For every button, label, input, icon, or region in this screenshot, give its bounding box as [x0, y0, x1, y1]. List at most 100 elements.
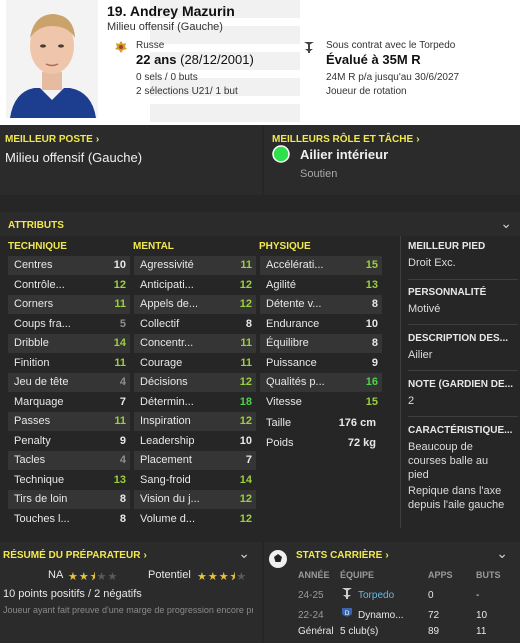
attribute-value: 8: [119, 493, 126, 505]
chevron-down-icon[interactable]: ⌄: [500, 215, 512, 232]
attribute-row[interactable]: Endurance 10: [260, 315, 382, 334]
attribute-value: 12: [113, 278, 126, 291]
career-row-goals: -: [476, 590, 480, 601]
player-salary: 24M R p/a jusqu'au 30/6/2027: [326, 72, 460, 83]
attribute-label: Concentr...: [140, 337, 194, 349]
chevron-down-icon[interactable]: ⌄: [238, 545, 250, 562]
attribute-row[interactable]: Détente v... 8: [260, 295, 382, 314]
attribute-row[interactable]: Courage 11: [134, 354, 256, 373]
attribute-value: 13: [113, 473, 126, 486]
attribute-label: Passes: [14, 415, 51, 427]
chevron-down-icon[interactable]: ⌄: [496, 545, 508, 562]
career-team-link[interactable]: Torpedo: [358, 590, 394, 601]
attribute-row[interactable]: Contrôle... 12: [8, 276, 130, 295]
attribute-row[interactable]: Marquage 7: [8, 393, 130, 412]
attribute-row[interactable]: Qualités p... 16: [260, 373, 382, 392]
best-position-link[interactable]: MEILLEUR POSTE ›: [5, 133, 99, 145]
attribute-row[interactable]: Touches l... 8: [8, 510, 130, 529]
weight-label: Poids: [266, 437, 294, 449]
attribute-label: Qualités p...: [266, 376, 325, 388]
attribute-value: 10: [113, 259, 126, 271]
attribute-label: Détente v...: [266, 298, 322, 310]
chevron-right-icon: ›: [385, 550, 389, 561]
attribute-row[interactable]: Jeu de tête 4: [8, 373, 130, 392]
player-header: 19. Andrey Mazurin Milieu offensif (Gauc…: [0, 0, 520, 125]
attribute-label: Centres: [14, 259, 53, 271]
attribute-row[interactable]: Vitesse 15: [260, 393, 382, 412]
preferred-foot-title: MEILLEUR PIED: [408, 241, 486, 252]
attribute-value: 13: [365, 278, 378, 291]
attribute-value: 11: [114, 356, 126, 369]
attributes-title: ATTRIBUTS: [8, 220, 64, 231]
attribute-row[interactable]: Technique 13: [8, 471, 130, 490]
attribute-label: Jeu de tête: [14, 376, 69, 388]
attribute-row[interactable]: Décisions 12: [134, 373, 256, 392]
attribute-row[interactable]: Finition 11: [8, 354, 130, 373]
attribute-row[interactable]: Volume d... 12: [134, 510, 256, 529]
attribute-row[interactable]: Détermin... 18: [134, 393, 256, 412]
attribute-row[interactable]: Accélérati... 15: [260, 256, 382, 275]
attribute-row[interactable]: Concentr... 11: [134, 334, 256, 353]
career-col-goals: BUTS: [476, 570, 501, 580]
career-row-year: 22-24: [298, 610, 324, 621]
chevron-right-icon: ›: [95, 134, 100, 145]
attribute-row[interactable]: Agilité 13: [260, 276, 382, 295]
chevron-right-icon: ›: [416, 134, 420, 145]
attribute-row[interactable]: Corners 11: [8, 295, 130, 314]
attribute-row[interactable]: Placement 7: [134, 451, 256, 470]
attribute-row[interactable]: Puissance 9: [260, 354, 382, 373]
attribute-row[interactable]: Anticipati... 12: [134, 276, 256, 295]
attribute-row[interactable]: Penalty 9: [8, 432, 130, 451]
attribute-row[interactable]: Équilibre 8: [260, 334, 382, 353]
career-col-year: ANNÉE: [298, 570, 330, 580]
career-stats-link[interactable]: STATS CARRIÈRE ›: [296, 549, 389, 561]
attribute-row[interactable]: Inspiration 12: [134, 412, 256, 431]
best-role-link[interactable]: MEILLEURS RÔLE ET TÂCHE ›: [272, 133, 420, 145]
attribute-value: 11: [114, 415, 126, 427]
attribute-row[interactable]: Sang-froid 14: [134, 471, 256, 490]
attribute-row[interactable]: Passes 11: [8, 412, 130, 431]
current-ability-stars: ★★⯨★★: [68, 571, 119, 583]
best-position-value: Milieu offensif (Gauche): [5, 150, 143, 165]
attribute-label: Finition: [14, 356, 50, 369]
attribute-label: Décisions: [140, 376, 188, 388]
attribute-row[interactable]: Tirs de loin 8: [8, 490, 130, 509]
career-stats-title: STATS CARRIÈRE: [296, 550, 383, 561]
traits-title: CARACTÉRISTIQUE...: [408, 425, 513, 436]
attribute-row[interactable]: Tacles 4: [8, 451, 130, 470]
attribute-value: 12: [239, 376, 252, 388]
player-age-value: 22 ans: [136, 52, 177, 67]
preferred-foot: MEILLEUR PIED Droit Exc.: [408, 241, 520, 270]
attribute-label: Inspiration: [140, 415, 191, 427]
player-value: Évalué à 35M R: [326, 52, 421, 67]
attribute-label: Penalty: [14, 434, 51, 447]
torpedo-club-icon: [342, 588, 352, 599]
attribute-label: Anticipati...: [140, 278, 194, 291]
mental-header: MENTAL: [133, 241, 174, 252]
attribute-row[interactable]: Collectif 8: [134, 315, 256, 334]
attribute-label: Leadership: [140, 434, 195, 447]
attribute-row[interactable]: Coups fra... 5: [8, 315, 130, 334]
role-suitability-icon: [272, 145, 290, 163]
attribute-label: Coups fra...: [14, 317, 71, 330]
attribute-row[interactable]: Centres 10: [8, 256, 130, 275]
coach-report-link[interactable]: RÉSUMÉ DU PRÉPARATEUR ›: [3, 549, 147, 561]
personality-value: Motivé: [408, 303, 441, 315]
attribute-value: 5: [119, 317, 126, 330]
player-description: DESCRIPTION DES... Ailier: [408, 333, 520, 362]
attribute-label: Tacles: [14, 454, 46, 466]
best-position-title: MEILLEUR POSTE: [5, 134, 93, 145]
attribute-label: Placement: [140, 454, 192, 466]
attribute-row[interactable]: Leadership 10: [134, 432, 256, 451]
physical-header: PHYSIQUE: [259, 241, 311, 252]
attributes-header[interactable]: ATTRIBUTS ⌄: [0, 212, 520, 236]
career-col-team: ÉQUIPE: [340, 570, 375, 580]
career-team-link[interactable]: Dynamo...: [358, 610, 404, 621]
coach-report-panel: RÉSUMÉ DU PRÉPARATEUR › ⌄ NA ★★⯨★★ Poten…: [0, 542, 262, 643]
height-label: Taille: [266, 417, 292, 429]
attribute-row[interactable]: Dribble 14: [8, 334, 130, 353]
attribute-row[interactable]: Agressivité 11: [134, 256, 256, 275]
attribute-row[interactable]: Vision du j... 12: [134, 490, 256, 509]
attribute-row[interactable]: Appels de... 12: [134, 295, 256, 314]
attribute-label: Appels de...: [140, 298, 199, 310]
